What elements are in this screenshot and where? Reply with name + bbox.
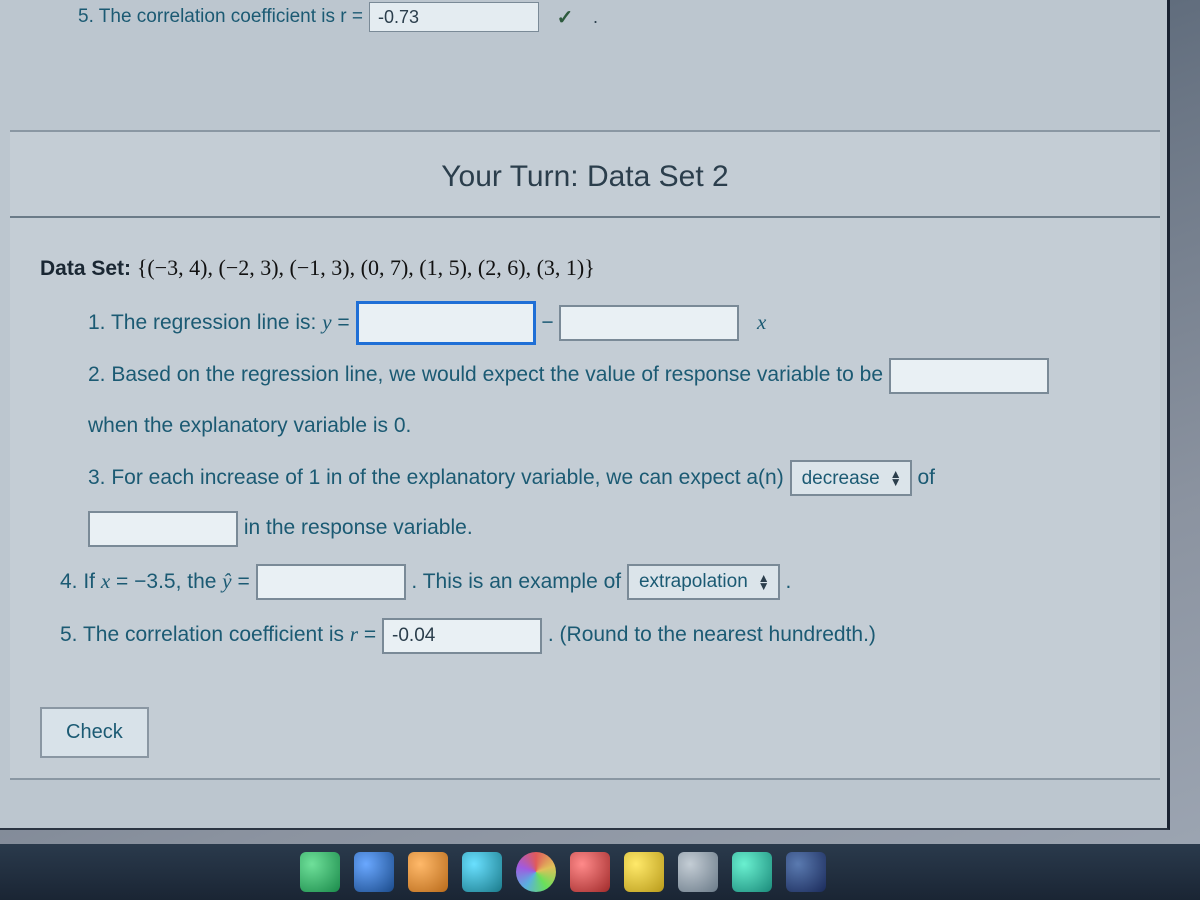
q3-select-value: decrease xyxy=(802,456,880,502)
q4-select-value: extrapolation xyxy=(639,559,748,605)
prev-q5-row: 5. The correlation coefficient is r = ✓ … xyxy=(78,2,598,32)
taskbar-icon-3[interactable] xyxy=(408,852,448,892)
q2-text-a: 2. Based on the regression line, we woul… xyxy=(88,363,883,386)
q2-text-b: when the explanatory variable is 0. xyxy=(88,414,411,437)
q3-text-b: in the response variable. xyxy=(244,516,473,539)
taskbar-icon-4[interactable] xyxy=(462,852,502,892)
dataset-value: {(−3, 4), (−2, 3), (−1, 3), (0, 7), (1, … xyxy=(137,255,595,280)
q3-of: of xyxy=(917,466,935,489)
q3-text-a: 3. For each increase of 1 in of the expl… xyxy=(88,466,784,489)
q2-input[interactable] xyxy=(889,358,1049,394)
q4-select[interactable]: extrapolation ▲▼ xyxy=(627,564,780,600)
q1-text: 1. The regression line is: y = xyxy=(88,311,350,334)
taskbar-icon-10[interactable] xyxy=(786,852,826,892)
q4-text-b: . This is an example of xyxy=(411,570,621,593)
q1-input-a[interactable] xyxy=(356,301,536,345)
prev-q5-period: . xyxy=(593,7,598,28)
q4-text-a: 4. If x = −3.5, the ŷ = xyxy=(60,570,250,593)
taskbar-icon-5[interactable] xyxy=(516,852,556,892)
taskbar-icon-8[interactable] xyxy=(678,852,718,892)
q4-line: 4. If x = −3.5, the ŷ = . This is an exa… xyxy=(40,556,1130,607)
taskbar xyxy=(0,844,1200,900)
dataset2-panel: Your Turn: Data Set 2 Data Set: {(−3, 4)… xyxy=(10,130,1160,780)
worksheet-screen: 5. The correlation coefficient is r = ✓ … xyxy=(0,0,1170,830)
q3-line: 3. For each increase of 1 in of the expl… xyxy=(40,453,1130,554)
q4-input[interactable] xyxy=(256,564,406,600)
q1-line: 1. The regression line is: y = − x xyxy=(40,297,1130,348)
panel-title: Your Turn: Data Set 2 xyxy=(10,160,1160,194)
q2-line: 2. Based on the regression line, we woul… xyxy=(40,350,1130,451)
updown-icon: ▲▼ xyxy=(758,574,770,590)
q1-minus: − xyxy=(541,311,553,334)
q3-input[interactable] xyxy=(88,511,238,547)
q1-x: x xyxy=(757,310,766,334)
taskbar-icon-2[interactable] xyxy=(354,852,394,892)
checkmark-icon: ✓ xyxy=(551,3,579,31)
taskbar-icon-6[interactable] xyxy=(570,852,610,892)
dataset-row: Data Set: {(−3, 4), (−2, 3), (−1, 3), (0… xyxy=(40,242,1130,295)
q5-input[interactable] xyxy=(382,618,542,654)
panel-content: Data Set: {(−3, 4), (−2, 3), (−1, 3), (0… xyxy=(10,218,1160,671)
prev-q5-input[interactable] xyxy=(369,2,539,32)
q5-text-b: . (Round to the nearest hundredth.) xyxy=(548,623,876,646)
q5-line: 5. The correlation coefficient is r = . … xyxy=(40,609,1130,660)
dataset-label: Data Set: xyxy=(40,257,131,280)
taskbar-icon-9[interactable] xyxy=(732,852,772,892)
panel-title-wrap: Your Turn: Data Set 2 xyxy=(10,132,1160,218)
taskbar-icon-7[interactable] xyxy=(624,852,664,892)
q5-text-a: 5. The correlation coefficient is r = xyxy=(60,623,376,646)
prev-q5-label: 5. The correlation coefficient is r = xyxy=(78,6,363,28)
updown-icon: ▲▼ xyxy=(890,470,902,486)
q3-select[interactable]: decrease ▲▼ xyxy=(790,460,912,496)
taskbar-icon-1[interactable] xyxy=(300,852,340,892)
check-button[interactable]: Check xyxy=(40,707,149,758)
q4-period: . xyxy=(786,570,792,593)
q1-input-b[interactable] xyxy=(559,305,739,341)
